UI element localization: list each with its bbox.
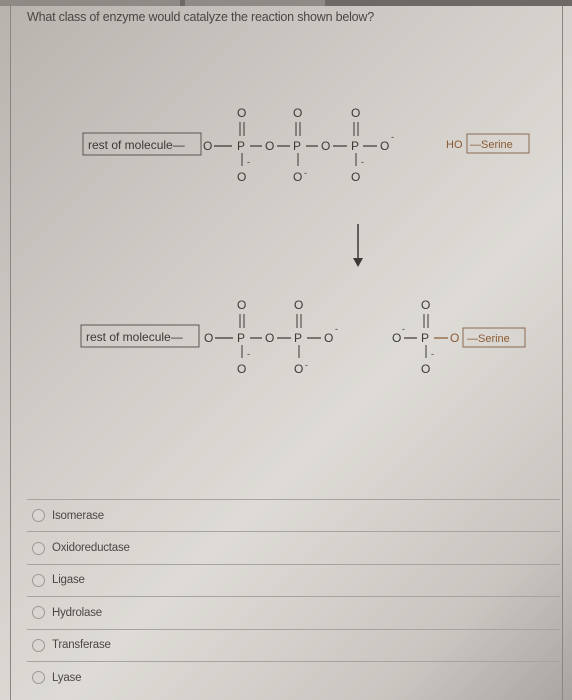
option-label: Oxidoreductase bbox=[52, 542, 130, 555]
oxygen-atom: O bbox=[351, 106, 360, 120]
oxygen-atom: O bbox=[293, 106, 302, 120]
oxygen-atom: O bbox=[421, 298, 430, 312]
option-isomerase[interactable]: Isomerase bbox=[27, 499, 560, 531]
phosphate-group-2: O P O - bbox=[293, 106, 307, 184]
negative-charge: - bbox=[304, 168, 307, 178]
phosphorus-atom: P bbox=[293, 139, 301, 153]
bridging-oxygen: O bbox=[321, 139, 330, 153]
oxygen-atom: O bbox=[237, 362, 246, 376]
option-label: Transferase bbox=[52, 639, 111, 652]
oxygen-atom: O bbox=[237, 106, 246, 120]
oxygen-atom: O bbox=[237, 298, 246, 312]
linking-oxygen: O bbox=[204, 331, 213, 345]
phosphorus-atom: P bbox=[237, 139, 245, 153]
ester-oxygen: O bbox=[450, 331, 459, 345]
option-label: Isomerase bbox=[52, 509, 104, 522]
radio-button[interactable] bbox=[32, 541, 45, 555]
down-arrow-icon bbox=[353, 224, 363, 267]
radio-button[interactable] bbox=[32, 638, 45, 652]
negative-charge: - bbox=[247, 349, 250, 359]
option-label: Ligase bbox=[52, 574, 85, 587]
option-label: Hydrolase bbox=[52, 606, 102, 619]
option-oxidoreductase[interactable]: Oxidoreductase bbox=[27, 531, 560, 563]
negative-charge: - bbox=[431, 349, 434, 359]
oxygen-atom: O bbox=[237, 170, 246, 184]
negative-charge: - bbox=[247, 157, 250, 167]
radio-button[interactable] bbox=[32, 509, 45, 523]
oxygen-atom: O bbox=[351, 170, 360, 184]
phosphate-group: O P - O bbox=[421, 298, 434, 376]
option-transferase[interactable]: Transferase bbox=[27, 628, 560, 661]
phosphate-group-1: O P - O bbox=[237, 298, 250, 376]
negative-charge: - bbox=[305, 360, 308, 370]
oxygen-atom: O bbox=[392, 331, 401, 345]
bridging-oxygen: O bbox=[265, 331, 274, 345]
phosphorus-atom: P bbox=[294, 331, 302, 345]
serine-label: —Serine bbox=[470, 139, 513, 151]
negative-charge: - bbox=[391, 132, 394, 142]
answer-options: Isomerase Oxidoreductase Ligase Hydrolas… bbox=[27, 499, 560, 693]
negative-charge: - bbox=[361, 157, 364, 167]
option-label: Lyase bbox=[52, 671, 82, 684]
radio-button[interactable] bbox=[32, 573, 45, 587]
phosphorus-atom: P bbox=[237, 331, 245, 345]
phosphate-group-2: O P O - bbox=[294, 298, 308, 376]
terminal-oxygen: O bbox=[324, 331, 333, 345]
rest-of-molecule-label: rest of molecule— bbox=[86, 330, 183, 344]
radio-button[interactable] bbox=[32, 606, 45, 620]
reaction-diagram: rest of molecule— O O P - O O O P O - O bbox=[80, 106, 530, 376]
negative-charge: - bbox=[402, 324, 405, 334]
option-hydrolase[interactable]: Hydrolase bbox=[27, 596, 560, 628]
oxygen-atom: O bbox=[421, 362, 430, 376]
oxygen-atom: O bbox=[294, 298, 303, 312]
serine-label: —Serine bbox=[467, 333, 510, 345]
rest-of-molecule-label: rest of molecule— bbox=[88, 138, 185, 152]
negative-charge: - bbox=[335, 324, 338, 334]
oxygen-atom: O bbox=[293, 170, 302, 184]
phosphate-group-1: O P - O bbox=[237, 106, 250, 184]
bridging-oxygen: O bbox=[265, 139, 274, 153]
terminal-oxygen: O bbox=[380, 139, 389, 153]
hydroxyl-label: HO bbox=[446, 139, 463, 151]
phosphorus-atom: P bbox=[421, 331, 429, 345]
linking-oxygen: O bbox=[203, 139, 212, 153]
phosphate-group-3: O P - O bbox=[351, 106, 364, 184]
option-ligase[interactable]: Ligase bbox=[27, 563, 560, 596]
oxygen-atom: O bbox=[294, 362, 303, 376]
radio-button[interactable] bbox=[32, 671, 45, 685]
option-lyase[interactable]: Lyase bbox=[27, 660, 560, 693]
phosphorus-atom: P bbox=[351, 139, 359, 153]
